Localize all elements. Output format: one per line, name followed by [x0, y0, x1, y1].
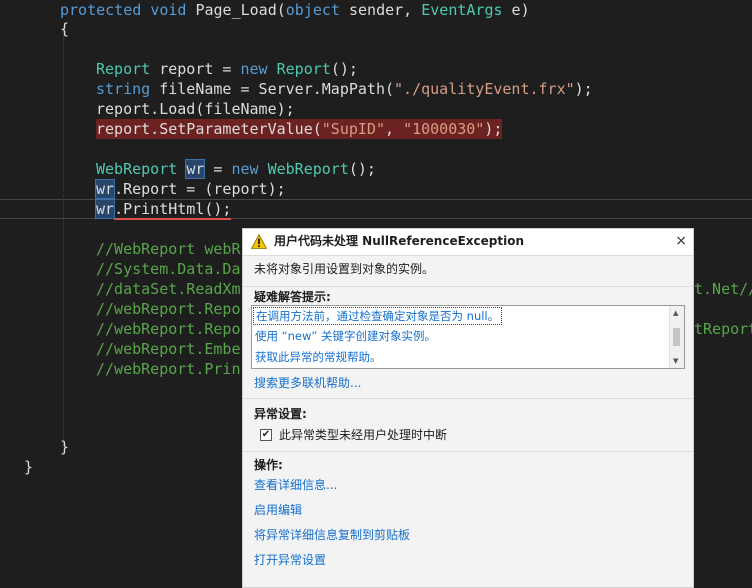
code-line-comment[interactable]: //System.Data.Da	[96, 259, 241, 279]
comment-text: //WebReport webR	[96, 240, 241, 258]
scroll-thumb[interactable]	[673, 328, 680, 346]
tip-link[interactable]: 使用 “new” 关键字创建对象实例。	[255, 328, 436, 344]
code-line-method-signature[interactable]: protected void Page_Load(object sender, …	[60, 0, 530, 20]
warning-icon	[251, 234, 267, 249]
search-more-online-help-link[interactable]: 搜索更多联机帮助...	[254, 375, 361, 391]
code-line-comment[interactable]: //webReport.Repo	[96, 299, 241, 319]
indent-guide	[63, 28, 64, 448]
code-line-brace-close[interactable]: }	[60, 437, 69, 457]
string-literal: "SupID"	[321, 120, 385, 138]
comment-text: //dataSet.ReadXm	[96, 280, 241, 298]
copy-exception-details-link[interactable]: 将异常详细信息复制到剪贴板	[254, 527, 410, 543]
actions-label: 操作:	[254, 458, 283, 472]
enable-editing-link[interactable]: 启用编辑	[254, 502, 302, 518]
code-line-report-new[interactable]: Report report = new Report();	[96, 59, 358, 79]
type-name: Report	[96, 60, 151, 78]
code-line-brace-open[interactable]: {	[60, 19, 69, 39]
close-button[interactable]: ×	[675, 232, 687, 250]
code-text: ();	[348, 160, 376, 178]
exception-settings-label: 异常设置:	[254, 407, 307, 421]
param-text: e)	[502, 1, 530, 19]
brace: {	[60, 20, 70, 38]
code-text: report =	[150, 60, 241, 78]
error-squiggle-text: .PrintHtml();	[114, 200, 232, 220]
code-text: report.Load(fileName);	[96, 100, 295, 118]
comment-text: //webReport.Embe	[96, 340, 241, 358]
code-line-comment[interactable]: //dataSet.ReadXm	[96, 279, 241, 299]
troubleshooting-tips-list[interactable]: 在调用方法前，通过检查确定对象是否为 null。 使用 “new” 关键字创建对…	[251, 305, 685, 369]
code-text: =	[204, 160, 232, 178]
divider	[243, 451, 693, 452]
code-text: report.SetParameterValue(	[96, 120, 322, 138]
code-line-comment-overflow: tReport	[694, 319, 752, 339]
code-text: fileName = Server.MapPath(	[150, 80, 395, 98]
exception-helper-popup: 用户代码未处理 NullReferenceException × 未将对象引用设…	[242, 228, 694, 588]
code-line-brace-close[interactable]: }	[24, 457, 33, 477]
scroll-up-arrow-icon[interactable]: ▲	[673, 309, 678, 317]
code-line-comment[interactable]: //webReport.Repo	[96, 319, 241, 339]
keyword: new	[240, 60, 268, 78]
type-name: EventArgs	[421, 1, 503, 19]
keyword: void	[150, 1, 187, 19]
tips-section-label: 疑难解答提示:	[254, 290, 331, 304]
code-text: .Report = (report);	[114, 180, 286, 198]
variable-highlight[interactable]: wr	[94, 199, 116, 219]
code-line-comment[interactable]: //webReport.Prin	[96, 359, 241, 379]
string-literal: "./qualityEvent.frx"	[394, 80, 575, 98]
code-text: );	[484, 120, 503, 138]
tip-link[interactable]: 在调用方法前，通过检查确定对象是否为 null。	[253, 307, 503, 325]
break-on-exception-label[interactable]: 此异常类型未经用户处理时中断	[279, 427, 447, 443]
comment-text: //System.Data.Da	[96, 260, 241, 278]
break-on-exception-checkbox[interactable]: ✔	[260, 429, 272, 441]
divider	[243, 286, 693, 287]
code-text: );	[574, 80, 593, 98]
keyword: new	[231, 160, 259, 178]
method-name: Page_Load(	[195, 1, 286, 19]
checkmark-icon: ✔	[261, 429, 271, 440]
brace: }	[24, 458, 34, 476]
brace: }	[60, 438, 70, 456]
keyword: protected	[60, 1, 142, 19]
code-line-filename[interactable]: string fileName = Server.MapPath("./qual…	[96, 79, 593, 99]
code-line-report-load[interactable]: report.Load(fileName);	[96, 99, 295, 119]
comment-text: tReport	[694, 320, 752, 338]
param-text: sender,	[339, 1, 422, 19]
type-name: WebReport	[96, 160, 178, 178]
comment-text: t.Net//	[694, 280, 752, 298]
tips-scrollbar[interactable]: ▲ ▼	[669, 306, 684, 368]
tip-link[interactable]: 获取此异常的常规帮助。	[255, 349, 382, 365]
keyword: object	[285, 1, 340, 19]
open-exception-settings-link[interactable]: 打开异常设置	[254, 552, 326, 568]
exception-message: 未将对象引用设置到对象的实例。	[254, 262, 435, 276]
code-line-wr-report[interactable]: wr.Report = (report);	[94, 179, 286, 199]
code-text: ();	[330, 60, 358, 78]
string-literal: "1000030"	[403, 120, 485, 138]
code-line-print-html-current[interactable]: wr.PrintHtml();	[94, 199, 232, 220]
code-line-comment[interactable]: //WebReport webR	[96, 239, 241, 259]
code-line-comment[interactable]: //webReport.Embe	[96, 339, 241, 359]
code-line-webreport-new[interactable]: WebReport wr = new WebReport();	[96, 159, 376, 179]
popup-header: 用户代码未处理 NullReferenceException ×	[243, 229, 693, 256]
comment-text: //webReport.Repo	[96, 300, 241, 318]
view-details-link[interactable]: 查看详细信息...	[254, 477, 337, 493]
code-line-comment-overflow: t.Net//	[694, 279, 752, 299]
type-name: Report	[276, 60, 331, 78]
variable-highlight[interactable]: wr	[94, 179, 116, 199]
comment-text: //webReport.Repo	[96, 320, 241, 338]
code-line-set-parameter-error[interactable]: report.SetParameterValue("SupID", "10000…	[96, 119, 503, 139]
code-text: ,	[385, 120, 404, 138]
scroll-down-arrow-icon[interactable]: ▼	[673, 357, 678, 365]
keyword: string	[96, 80, 151, 98]
type-name: WebReport	[267, 160, 349, 178]
exception-title: 用户代码未处理 NullReferenceException	[274, 234, 524, 248]
divider	[243, 398, 693, 399]
variable-highlight[interactable]: wr	[185, 159, 206, 179]
comment-text: //webReport.Prin	[96, 360, 241, 378]
